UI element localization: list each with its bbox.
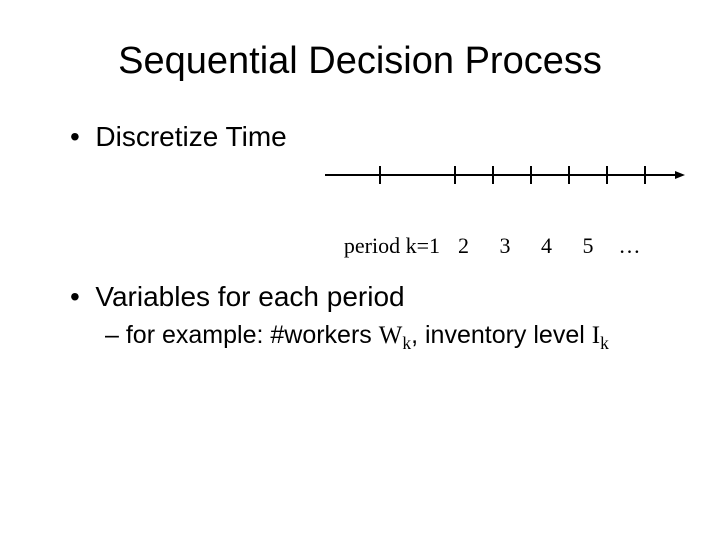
example-prefix: for example: #workers xyxy=(126,321,379,349)
var-i-sub: k xyxy=(600,333,609,353)
timeline: period k=1 2 3 4 5 … xyxy=(325,160,685,259)
timeline-label-5: 5 xyxy=(570,233,606,259)
var-w-sub: k xyxy=(402,333,411,353)
timeline-label-dots: … xyxy=(612,233,648,259)
timeline-axis-icon xyxy=(325,160,685,190)
page-title: Sequential Decision Process xyxy=(50,40,670,83)
bullet-variables: • Variables for each period xyxy=(70,281,670,313)
var-i: I xyxy=(592,322,600,349)
bullet-discretize: • Discretize Time xyxy=(70,121,287,153)
bullet-discretize-text: Discretize Time xyxy=(95,121,286,152)
bullet-variables-text: Variables for each period xyxy=(95,281,404,312)
timeline-labels: period k=1 2 3 4 5 … xyxy=(325,233,685,259)
timeline-label-period: period k=1 xyxy=(305,233,440,259)
sub-bullet-example: – for example: #workers Wk, inventory le… xyxy=(105,321,670,354)
timeline-label-3: 3 xyxy=(487,233,523,259)
timeline-label-4: 4 xyxy=(529,233,565,259)
var-w: W xyxy=(379,322,403,349)
example-mid: , inventory level xyxy=(411,321,592,349)
timeline-label-2: 2 xyxy=(446,233,482,259)
